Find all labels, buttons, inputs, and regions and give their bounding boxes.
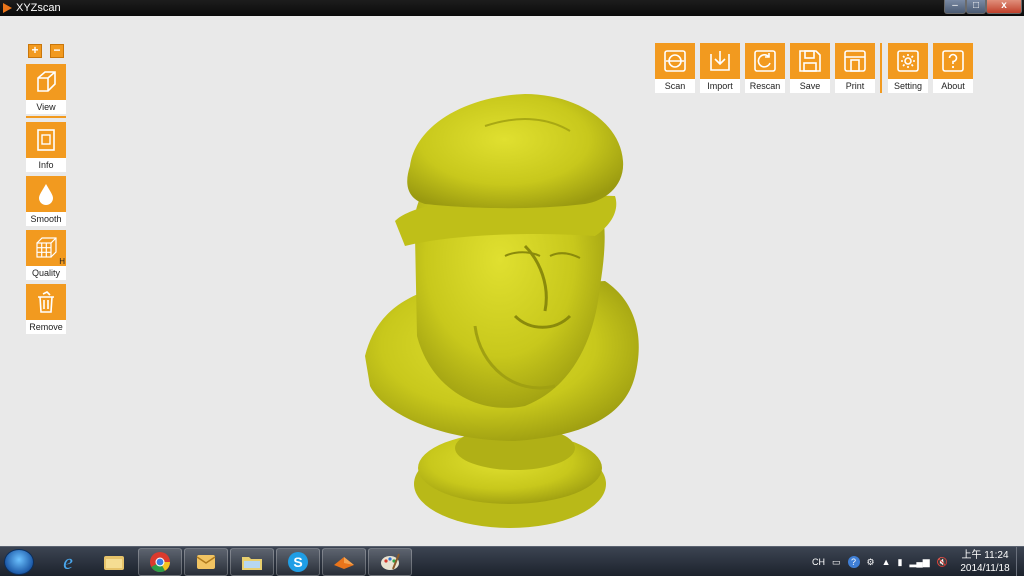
help-icon[interactable]: ? [847,556,860,568]
scanned-bust-model[interactable] [355,86,655,546]
trash-icon [26,284,66,320]
about-button[interactable]: About [933,43,973,93]
clock-date: 2014/11/18 [960,563,1010,574]
about-label: About [933,79,973,93]
top-toolbar-divider [880,43,882,93]
setting-button[interactable]: Setting [888,43,928,93]
save-icon [790,43,830,79]
save-label: Save [790,79,830,93]
left-toolbar-divider [26,116,66,118]
setting-label: Setting [888,79,928,93]
print-label: Print [835,79,875,93]
print-button[interactable]: Print [835,43,875,93]
view-button[interactable]: View [26,64,66,114]
svg-text:S: S [293,554,302,570]
ie-icon[interactable]: e [46,548,90,576]
settings-tray-icon[interactable]: ⚙ [867,557,875,568]
window-title: XYZscan [16,2,61,14]
quality-label: Quality [26,266,66,280]
info-label: Info [26,158,66,172]
print-icon [835,43,875,79]
view-label: View [26,100,66,114]
show-desktop-button[interactable] [1016,547,1024,576]
import-label: Import [700,79,740,93]
remove-label: Remove [26,320,66,334]
3d-viewport[interactable] [0,16,1024,546]
volume-muted-icon[interactable]: 🔇 [937,557,948,568]
paint-icon[interactable] [368,548,412,576]
system-tray: CH ▭ ? ⚙ ▲ ▮ ▂▄▆ 🔇 [812,547,948,576]
quality-level-badge: H [59,257,65,266]
droplet-icon [26,176,66,212]
keyboard-icon[interactable]: ▭ [832,557,841,568]
close-button[interactable]: x [986,0,1022,14]
document-icon [26,122,66,158]
zoom-out-button[interactable]: − [50,44,64,58]
info-button[interactable]: Info [26,122,66,172]
taskbar: e S CH ▭ ? ⚙ ▲ ▮ ▂▄▆ 🔇 上午 11:24 2014/11/… [0,546,1024,576]
save-button[interactable]: Save [790,43,830,93]
mail-icon[interactable] [184,548,228,576]
question-icon [933,43,973,79]
title-bar: XYZscan – □ x [0,0,1024,16]
maximize-button[interactable]: □ [966,0,986,14]
remove-button[interactable]: Remove [26,284,66,334]
rescan-label: Rescan [745,79,785,93]
signal-icon[interactable]: ▂▄▆ [909,557,929,568]
scan-button[interactable]: Scan [655,43,695,93]
scan-icon [655,43,695,79]
zoom-in-button[interactable]: + [28,44,42,58]
smooth-button[interactable]: Smooth [26,176,66,226]
import-icon [700,43,740,79]
clock[interactable]: 上午 11:24 2014/11/18 [950,549,1020,575]
scan-label: Scan [655,79,695,93]
svg-text:e: e [63,551,73,573]
language-indicator[interactable]: CH [812,557,825,567]
show-hidden-icons-icon[interactable]: ▲ [882,557,891,567]
skype-icon[interactable]: S [276,548,320,576]
minimize-button[interactable]: – [944,0,966,14]
smooth-label: Smooth [26,212,66,226]
quality-button[interactable]: H Quality [26,230,66,280]
folder-icon[interactable] [230,548,274,576]
rescan-button[interactable]: Rescan [745,43,785,93]
start-button[interactable] [4,549,34,575]
battery-icon[interactable]: ▮ [898,557,903,568]
explorer-icon[interactable] [92,548,136,576]
cube-icon [26,64,66,100]
rescan-icon [745,43,785,79]
xyzscan-icon[interactable] [322,548,366,576]
import-button[interactable]: Import [700,43,740,93]
clock-time: 上午 11:24 [961,550,1009,561]
gear-icon [888,43,928,79]
grid-cube-icon: H [26,230,66,266]
app-icon [3,3,12,13]
chrome-icon[interactable] [138,548,182,576]
